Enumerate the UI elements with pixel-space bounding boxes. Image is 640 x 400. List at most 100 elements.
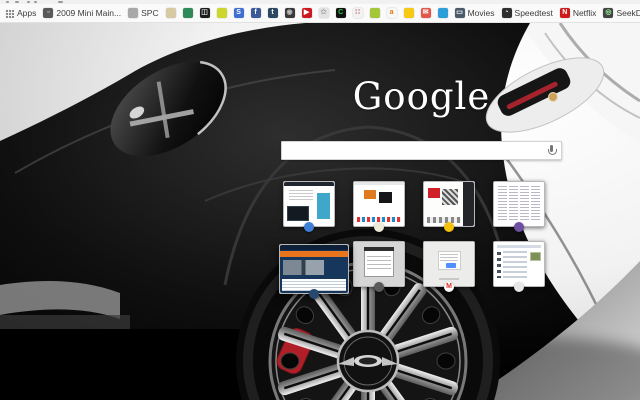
bookmark-netflix[interactable]: N Netflix [558, 7, 599, 19]
bookmark-items: ▫ 2009 Mini Main... SPC ◫ Sf t ◉ ▶ ✩ C ∷ a ✉ ▭ Movies ◔… [41, 7, 640, 19]
site-favicon-gmail-login: M [444, 282, 454, 292]
microphone-icon[interactable] [546, 145, 557, 158]
bookmark-yellow-star-icon[interactable] [402, 7, 416, 19]
site-favicon-forum-thread-list [514, 282, 524, 292]
site-thumbnail-deals-store[interactable] [423, 181, 475, 232]
bookmark-label: Speedtest [514, 8, 553, 18]
chrome-remnant-mark [27, 1, 30, 3]
gray-outline-icon: ✩ [318, 8, 329, 18]
android-icon [369, 8, 380, 18]
bookmark-label: SPC [141, 8, 159, 18]
bookmark-speedtest[interactable]: ◔ Speedtest [500, 7, 555, 19]
chrome-remnant-mark [6, 1, 9, 3]
card-icon [165, 8, 176, 18]
site-preview [494, 182, 544, 226]
car-bookmark-icon [128, 8, 139, 18]
youtube-icon: ▶ [301, 8, 312, 18]
thumbnail-cell [423, 181, 475, 232]
site-preview [424, 182, 474, 226]
bookmark-mail-icon[interactable]: ✉ [419, 7, 433, 19]
bookmark-youtube-icon[interactable]: ▶ [300, 7, 314, 19]
bookmark-blue-globe-icon[interactable] [436, 7, 450, 19]
thumbnail-cell [279, 241, 349, 299]
chrome-remnant-mark [34, 1, 37, 3]
bolt-icon [216, 8, 227, 18]
netflix-icon: N [559, 8, 570, 18]
seekdroid-icon: ◎ [603, 8, 614, 18]
chrome-remnant-mark [15, 1, 19, 3]
most-visited-grid: M [279, 181, 545, 299]
bookmark-label: 2009 Mini Main... [56, 8, 122, 18]
bookmark-label: Movies [467, 8, 495, 18]
google-logo: Google [352, 75, 491, 118]
blue-s-icon: S [233, 8, 244, 18]
bookmark-android-icon[interactable] [368, 7, 382, 19]
site-favicon-electronics-store [374, 222, 384, 232]
amazon-icon: a [386, 8, 397, 18]
bookmark-label: SeekDroid [616, 8, 640, 18]
bookmark-camera-icon[interactable]: ◉ [283, 7, 297, 19]
site-thumbnail-forum-thread-list[interactable] [493, 241, 545, 292]
tumblr-icon: t [267, 8, 278, 18]
photo-bookmark-icon: ▫ [43, 8, 54, 18]
bookmark-label: Apps [17, 8, 37, 18]
site-thumbnail-gmail-login[interactable]: M [423, 241, 475, 292]
thumbnail-cell [493, 181, 545, 232]
speedtest-icon: ◔ [501, 8, 512, 18]
site-favicon-tech-product-site [304, 222, 314, 232]
site-thumbnail-tech-product-site[interactable] [283, 181, 335, 232]
bookmark-apps[interactable]: Apps [3, 7, 38, 19]
apps-grid-icon [5, 8, 14, 18]
bookmark-facebook-icon[interactable]: f [249, 7, 263, 19]
site-thumbnail-classifieds-list[interactable] [493, 181, 545, 232]
bookmark-tumblr-icon[interactable]: t [266, 7, 280, 19]
search-box[interactable] [281, 141, 562, 160]
thumbnail-cell: M [423, 241, 475, 292]
mail-icon: ✉ [420, 8, 431, 18]
people-icon: ∷ [352, 8, 363, 18]
green-globe-icon [182, 8, 193, 18]
bookmark-bolt-icon[interactable] [215, 7, 229, 19]
site-preview [280, 245, 348, 293]
site-favicon-classifieds-list [514, 222, 524, 232]
new-tab-page: Google M [0, 23, 640, 400]
bookmark-card-icon[interactable] [164, 7, 178, 19]
bookmark-movies[interactable]: ▭ Movies [453, 7, 497, 19]
bookmark-spc[interactable]: SPC [126, 7, 160, 19]
green-c-icon: C [335, 8, 346, 18]
site-favicon-car-forum [309, 289, 319, 299]
search-input[interactable] [282, 142, 561, 159]
bookmark-2009-mini-main[interactable]: ▫ 2009 Mini Main... [41, 7, 123, 19]
bookmark-amazon-icon[interactable]: a [385, 7, 399, 19]
camera-icon: ◉ [284, 8, 295, 18]
thumbnail-cell [283, 181, 335, 232]
bookmark-green-c-icon[interactable]: C [334, 7, 348, 19]
blue-globe-icon [437, 8, 448, 18]
site-preview [354, 182, 404, 226]
bookmark-people-icon[interactable]: ∷ [351, 7, 365, 19]
site-favicon-dialog-page [374, 282, 384, 292]
bookmark-green-globe-icon[interactable] [181, 7, 195, 19]
bookmark-blue-s-icon[interactable]: S [232, 7, 246, 19]
site-preview [494, 242, 544, 286]
yellow-star-icon [403, 8, 414, 18]
thumbnail-cell [353, 241, 405, 292]
chrome-remnant-mark [58, 1, 63, 3]
dark-app-icon: ◫ [199, 8, 210, 18]
movies-bookmark-icon: ▭ [454, 8, 465, 18]
bookmark-seekdroid[interactable]: ◎SeekDroid [601, 7, 640, 19]
site-thumbnail-electronics-store[interactable] [353, 181, 405, 232]
site-thumbnail-dialog-page[interactable] [353, 241, 405, 292]
site-favicon-deals-store [444, 222, 454, 232]
site-preview [284, 182, 334, 226]
site-preview [424, 242, 474, 286]
bookmark-gray-outline-icon[interactable]: ✩ [317, 7, 331, 19]
site-thumbnail-car-forum[interactable] [279, 244, 349, 299]
browser-window: Apps ▫ 2009 Mini Main... SPC ◫ Sf t ◉ ▶ ✩ C ∷ a ✉ ▭ Mo… [0, 0, 640, 400]
bookmark-dark-app-icon[interactable]: ◫ [198, 7, 212, 19]
site-preview [354, 242, 404, 286]
thumbnail-cell [493, 241, 545, 292]
thumbnail-cell [353, 181, 405, 232]
bookmarks-bar: Apps ▫ 2009 Mini Main... SPC ◫ Sf t ◉ ▶ ✩ C ∷ a ✉ ▭ Mo… [0, 4, 640, 23]
bookmark-label: Netflix [572, 8, 597, 18]
